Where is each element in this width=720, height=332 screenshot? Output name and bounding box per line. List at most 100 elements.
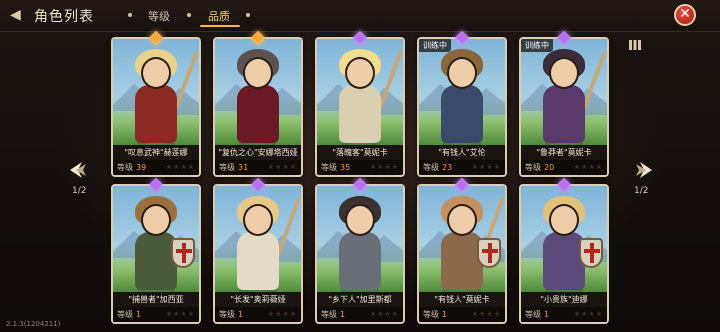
level-label: 等级: [423, 310, 439, 319]
level-label: 等级: [423, 163, 439, 172]
character-portrait: [419, 39, 505, 145]
character-card[interactable]: "复仇之心"安娜塔西娅 等级 31 ★★★★: [213, 37, 303, 177]
character-level-row: 等级 23 ★★★★: [419, 160, 505, 175]
prev-page-indicator: 1/2: [72, 186, 87, 196]
character-portrait: [113, 39, 199, 145]
close-icon[interactable]: ✕: [674, 4, 696, 26]
hero-body: [237, 85, 279, 143]
star-rating: ★★★★: [471, 163, 501, 171]
shield-icon: [171, 238, 195, 268]
star-rating: ★★★★: [573, 163, 603, 171]
level-value: 1: [340, 310, 346, 319]
character-name: "有钱人"艾伦: [419, 145, 505, 160]
character-card[interactable]: "落魄客"莫妮卡 等级 35 ★★★★: [315, 37, 405, 177]
shield-icon: [579, 238, 603, 268]
character-name: "乡下人"加里斯都: [317, 292, 403, 307]
character-level-row: 等级 39 ★★★★: [113, 160, 199, 175]
level-value: 1: [442, 310, 448, 319]
character-card[interactable]: 训练中 "鲁莽者"莫妮卡 等级 20 ★★★★: [519, 37, 609, 177]
character-portrait: [419, 186, 505, 292]
character-level-row: 等级 1 ★★★★: [215, 307, 301, 322]
shield-icon: [477, 238, 501, 268]
character-portrait: [317, 186, 403, 292]
top-bar: ◀ 角色列表 等级 品质 ✕: [0, 0, 720, 32]
level-label: 等级: [525, 310, 541, 319]
level-value: 1: [238, 310, 244, 319]
tab-separator-dot: [187, 13, 191, 17]
character-level-row: 等级 1 ★★★★: [419, 307, 505, 322]
character-name: "复仇之心"安娜塔西娅: [215, 145, 301, 160]
character-portrait: [521, 186, 607, 292]
character-card[interactable]: "长发"奥莉薇娅 等级 1 ★★★★: [213, 184, 303, 324]
hero-face: [243, 204, 273, 236]
hero-face: [447, 57, 477, 89]
hero-face: [345, 57, 375, 89]
hero-body: [339, 232, 381, 290]
star-rating: ★★★★: [369, 163, 399, 171]
character-portrait: [113, 186, 199, 292]
back-arrow-icon[interactable]: ◀: [10, 6, 28, 24]
next-page-indicator: 1/2: [634, 186, 649, 196]
character-card[interactable]: "叹息武神"赫莲娜 等级 39 ★★★★: [111, 37, 201, 177]
hero-body: [441, 85, 483, 143]
character-portrait: [521, 39, 607, 145]
level-value: 39: [136, 163, 147, 172]
version-label: 2.1.3(1204211): [6, 320, 61, 328]
hero-body: [339, 85, 381, 143]
grid-view-icon[interactable]: [628, 38, 642, 52]
character-level-row: 等级 1 ★★★★: [317, 307, 403, 322]
prev-page-arrow-icon[interactable]: [68, 160, 88, 180]
character-name: "有钱人"莫妮卡: [419, 292, 505, 307]
hero-face: [549, 57, 579, 89]
training-badge: 训练中: [419, 39, 451, 52]
star-rating: ★★★★: [471, 310, 501, 318]
star-rating: ★★★★: [165, 310, 195, 318]
hero-face: [243, 57, 273, 89]
tab-quality[interactable]: 品质: [208, 8, 230, 24]
hero-body: [135, 85, 177, 143]
hero-face: [447, 204, 477, 236]
training-badge: 训练中: [521, 39, 553, 52]
character-name: "小贵族"迪娜: [521, 292, 607, 307]
level-label: 等级: [525, 163, 541, 172]
character-card[interactable]: 训练中 "有钱人"艾伦 等级 23 ★★★★: [417, 37, 507, 177]
star-rating: ★★★★: [369, 310, 399, 318]
level-value: 20: [544, 163, 555, 172]
level-label: 等级: [117, 310, 133, 319]
tab-level[interactable]: 等级: [148, 8, 170, 24]
tab-separator-dot: [246, 13, 250, 17]
level-value: 31: [238, 163, 249, 172]
character-card[interactable]: "有钱人"莫妮卡 等级 1 ★★★★: [417, 184, 507, 324]
character-card[interactable]: "小贵族"迪娜 等级 1 ★★★★: [519, 184, 609, 324]
level-label: 等级: [117, 163, 133, 172]
character-card[interactable]: "乡下人"加里斯都 等级 1 ★★★★: [315, 184, 405, 324]
character-portrait: [317, 39, 403, 145]
page-title: 角色列表: [34, 9, 94, 25]
level-label: 等级: [219, 310, 235, 319]
level-value: 1: [544, 310, 550, 319]
star-rating: ★★★★: [165, 163, 195, 171]
character-name: "叹息武神"赫莲娜: [113, 145, 199, 160]
character-name: "鲁莽者"莫妮卡: [521, 145, 607, 160]
hero-face: [345, 204, 375, 236]
level-label: 等级: [321, 310, 337, 319]
character-level-row: 等级 20 ★★★★: [521, 160, 607, 175]
active-tab-underline: [200, 25, 240, 27]
level-value: 23: [442, 163, 453, 172]
hero-face: [549, 204, 579, 236]
character-name: "落魄客"莫妮卡: [317, 145, 403, 160]
character-level-row: 等级 1 ★★★★: [113, 307, 199, 322]
hero-body: [543, 85, 585, 143]
character-level-row: 等级 1 ★★★★: [521, 307, 607, 322]
next-page-arrow-icon[interactable]: [634, 160, 654, 180]
star-rating: ★★★★: [267, 163, 297, 171]
hero-face: [141, 204, 171, 236]
level-value: 35: [340, 163, 351, 172]
level-value: 1: [136, 310, 142, 319]
character-name: "长发"奥莉薇娅: [215, 292, 301, 307]
character-card[interactable]: "捕兽者"加西亚 等级 1 ★★★★: [111, 184, 201, 324]
character-level-row: 等级 31 ★★★★: [215, 160, 301, 175]
level-label: 等级: [321, 163, 337, 172]
character-name: "捕兽者"加西亚: [113, 292, 199, 307]
tab-separator-dot: [128, 13, 132, 17]
